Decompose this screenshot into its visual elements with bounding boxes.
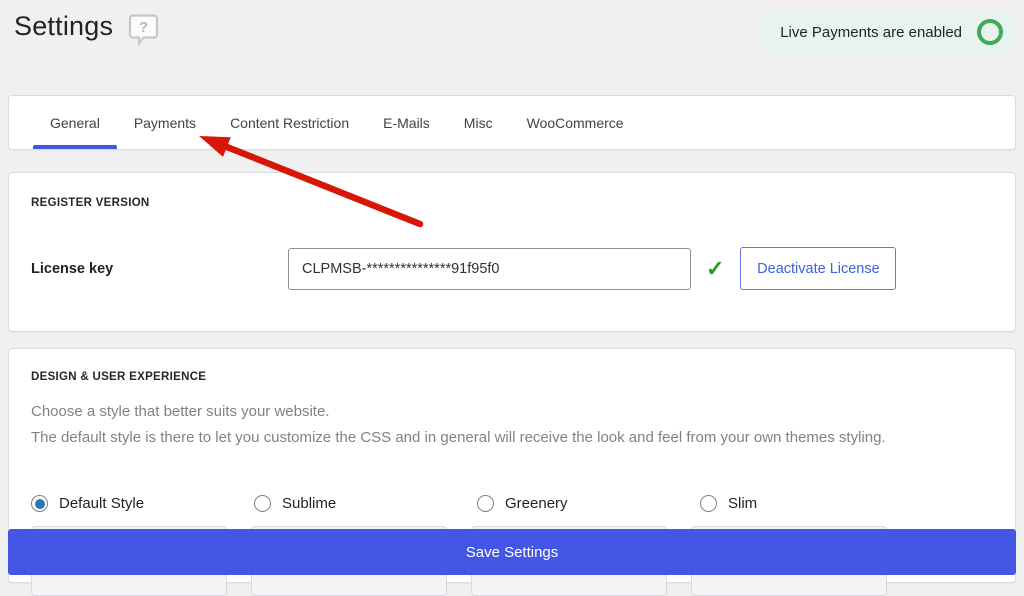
title-group: Settings ? [14, 11, 159, 52]
design-description-line1: Choose a style that better suits your we… [31, 399, 993, 425]
style-option-label: Slim [728, 495, 757, 512]
register-version-heading: REGISTER VERSION [31, 197, 993, 209]
style-option-label: Sublime [282, 495, 336, 512]
style-option-slim[interactable]: Slim [700, 495, 923, 512]
license-valid-check-icon: ✓ [706, 258, 724, 280]
license-key-row: License key ✓ Deactivate License [31, 247, 993, 290]
tab-content-restriction-label: Content Restriction [230, 115, 349, 131]
tab-woocommerce[interactable]: WooCommerce [510, 96, 641, 149]
page-title: Settings [14, 11, 113, 42]
style-options-row: Default Style Sublime Greenery Slim [31, 495, 993, 512]
help-bubble-icon[interactable]: ? [128, 13, 159, 52]
radio-icon[interactable] [31, 495, 48, 512]
svg-text:?: ? [139, 19, 148, 36]
register-version-section: REGISTER VERSION License key ✓ Deactivat… [8, 172, 1016, 332]
tab-payments[interactable]: Payments [117, 96, 213, 149]
settings-tabbar: General Payments Content Restriction E-M… [8, 95, 1016, 150]
license-key-input[interactable] [288, 248, 691, 290]
tab-general[interactable]: General [33, 96, 117, 149]
tab-payments-label: Payments [134, 115, 196, 131]
radio-icon[interactable] [254, 495, 271, 512]
tab-misc-label: Misc [464, 115, 493, 131]
tab-emails-label: E-Mails [383, 115, 430, 131]
tab-misc[interactable]: Misc [447, 96, 510, 149]
license-key-label: License key [31, 261, 288, 277]
design-description-line2: The default style is there to let you cu… [31, 425, 993, 451]
radio-icon[interactable] [477, 495, 494, 512]
style-option-label: Greenery [505, 495, 568, 512]
design-section-heading: DESIGN & USER EXPERIENCE [31, 371, 993, 383]
live-status-ring-icon [977, 19, 1003, 45]
style-option-label: Default Style [59, 495, 144, 512]
deactivate-license-button[interactable]: Deactivate License [740, 247, 896, 290]
tab-content-restriction[interactable]: Content Restriction [213, 96, 366, 149]
status-badge: Live Payments are enabled [760, 11, 1018, 53]
style-option-sublime[interactable]: Sublime [254, 495, 477, 512]
style-option-default[interactable]: Default Style [31, 495, 254, 512]
tab-woocommerce-label: WooCommerce [527, 115, 624, 131]
style-option-greenery[interactable]: Greenery [477, 495, 700, 512]
save-settings-button[interactable]: Save Settings [8, 529, 1016, 575]
tab-general-label: General [50, 115, 100, 131]
status-badge-label: Live Payments are enabled [780, 24, 962, 41]
radio-icon[interactable] [700, 495, 717, 512]
tab-emails[interactable]: E-Mails [366, 96, 447, 149]
page-header: Settings ? Live Payments are enabled [0, 0, 1024, 95]
